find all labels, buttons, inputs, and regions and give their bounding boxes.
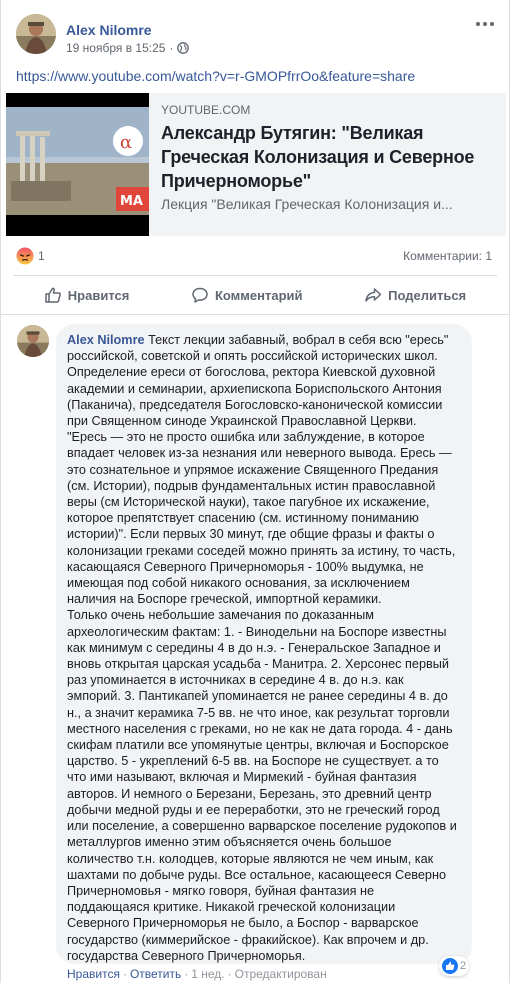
comment-button[interactable]: Комментарий [191,286,303,304]
separator: · [122,967,127,981]
preview-domain: YOUTUBE.COM [161,103,251,117]
comment-age[interactable]: 1 нед. [191,967,224,981]
commenter-avatar[interactable] [17,325,49,357]
preview-description: Лекция "Великая Греческая Колонизация и.… [161,196,453,212]
separator: · [227,967,232,981]
post-card: Alex Nilomre 19 ноября в 15:25 · https:/… [0,0,510,983]
comment-label: Комментарий [214,287,303,303]
post-meta: 19 ноября в 15:25 · [66,41,190,55]
post-date[interactable]: 19 ноября в 15:25 [66,41,165,55]
like-reaction-icon [442,958,458,974]
like-label: Нравится [67,287,130,303]
comment-reactions[interactable]: 2 [439,956,470,976]
comment-text: Текст лекции забавный, вобрал в себя всю… [67,333,457,963]
share-icon [365,288,382,302]
preview-title[interactable]: Александр Бутягин: "Великая Греческая Ко… [161,121,496,193]
separator: · [184,967,189,981]
post-author-name[interactable]: Alex Nilomre [66,22,152,38]
comment-edited-label[interactable]: Отредактирован [235,967,327,981]
post-actions: Нравится Комментарий Поделиться [13,277,497,313]
angry-reaction-icon [16,247,34,265]
preview-body: YOUTUBE.COM Александр Бутягин: "Великая … [149,93,506,236]
comment-bubble: Alex Nilomre Текст лекции забавный, вобр… [56,324,472,964]
share-label: Поделиться [388,287,467,303]
comment-reply-link[interactable]: Ответить [130,967,181,981]
divider [13,275,497,276]
comment-actions: Нравится · Ответить · 1 нед. · Отредакти… [67,967,327,981]
post-link[interactable]: https://www.youtube.com/watch?v=r-GMOPfr… [16,68,415,84]
divider [1,314,509,315]
video-thumbnail[interactable]: α MA [6,93,149,236]
share-button[interactable]: Поделиться [364,286,466,304]
author-avatar[interactable] [16,14,56,54]
svg-text:MA: MA [120,194,143,209]
comment-icon [192,287,208,303]
comment-reaction-count: 2 [460,960,467,972]
link-preview[interactable]: α MA YOUTUBE.COM Александр Бутягин: "Вел… [6,93,506,236]
globe-icon[interactable] [177,42,190,54]
reaction-count[interactable]: 1 [38,249,45,263]
more-options-icon[interactable] [473,16,497,32]
svg-text:α: α [120,132,132,153]
post-header: Alex Nilomre 19 ноября в 15:25 · [16,14,497,58]
reaction-summary[interactable]: 1 [16,247,45,265]
like-button[interactable]: Нравится [44,286,130,304]
thumbs-up-icon [45,287,61,303]
comment-like-link[interactable]: Нравится [67,967,120,981]
comment-author[interactable]: Alex Nilomre [67,333,145,347]
comment-count[interactable]: Комментарии: 1 [403,249,492,263]
